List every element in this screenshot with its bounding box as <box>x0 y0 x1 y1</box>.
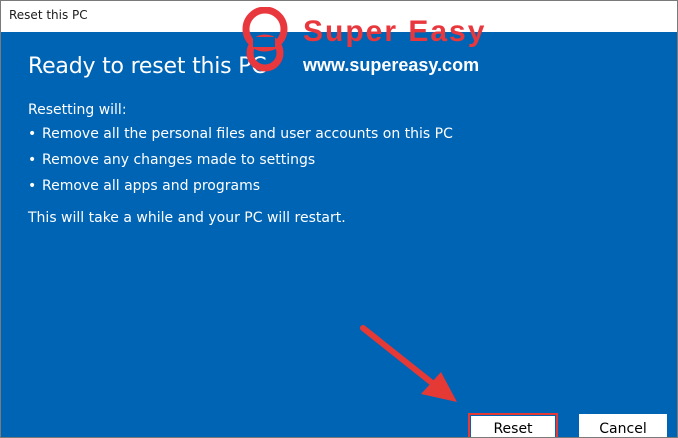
dialog-content: Ready to reset this PC Resetting will: •… <box>1 32 677 437</box>
reset-effects-list: • Remove all the personal files and user… <box>28 125 453 203</box>
list-item-text: Remove all the personal files and user a… <box>42 126 453 142</box>
bullet-icon: • <box>28 126 37 142</box>
cancel-button[interactable]: Cancel <box>578 413 668 437</box>
bullet-icon: • <box>28 152 37 168</box>
list-item: • Remove any changes made to settings <box>28 151 453 177</box>
red-arrow-icon <box>360 325 457 402</box>
window-title: Reset this PC <box>9 8 88 22</box>
intro-text: Resetting will: <box>28 102 127 118</box>
list-item: • Remove all the personal files and user… <box>28 125 453 151</box>
reset-pc-dialog: Reset this PC Ready to reset this PC Res… <box>0 0 678 438</box>
reset-button[interactable]: Reset <box>468 413 558 437</box>
restart-notice: This will take a while and your PC will … <box>28 210 346 226</box>
page-title: Ready to reset this PC <box>28 54 267 79</box>
title-bar: Reset this PC <box>1 1 677 32</box>
list-item-text: Remove any changes made to settings <box>42 152 316 168</box>
list-item-text: Remove all apps and programs <box>42 178 261 194</box>
bullet-icon: • <box>28 178 37 194</box>
list-item: • Remove all apps and programs <box>28 177 453 203</box>
